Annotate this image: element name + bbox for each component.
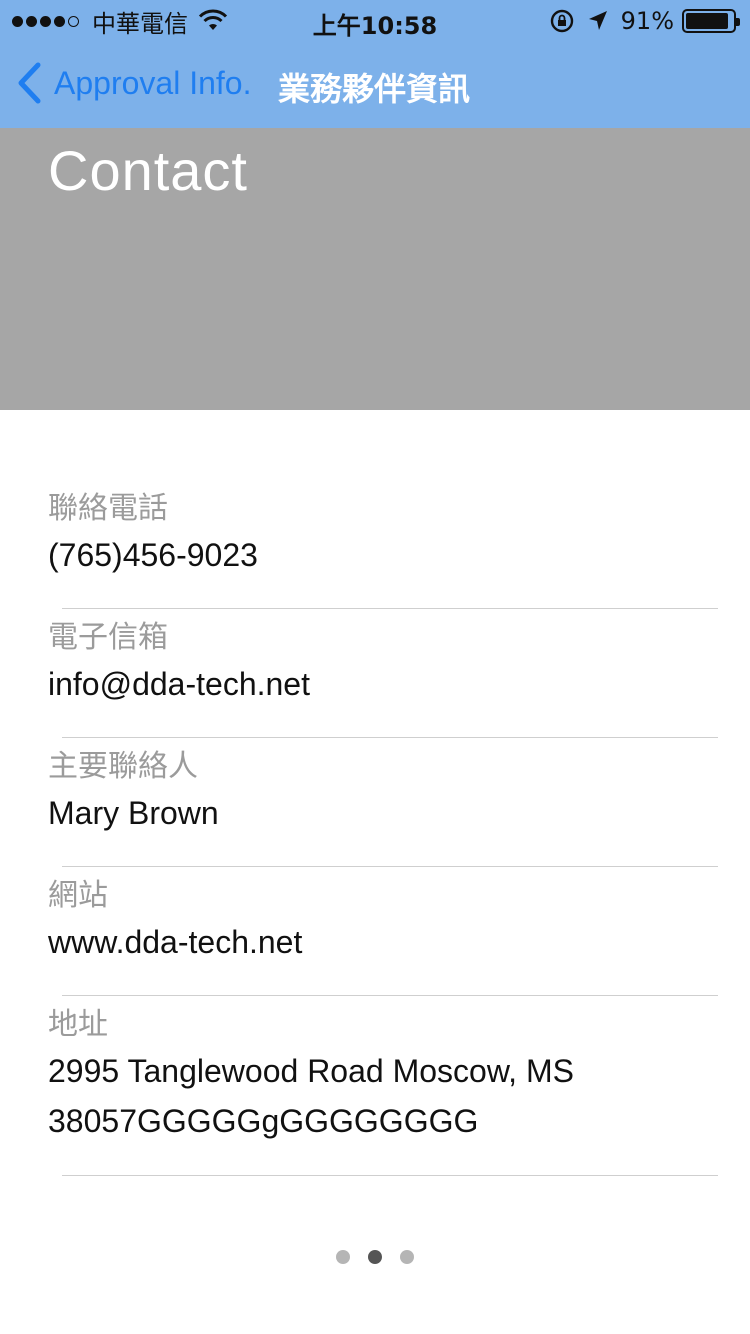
primary-contact-field: 主要聯絡人 Mary Brown [0, 738, 750, 867]
location-arrow-icon [588, 11, 607, 30]
status-bar: 中華電信 上午10:58 91% [0, 0, 750, 40]
primary-contact-value: Mary Brown [48, 795, 219, 831]
page-dot[interactable] [336, 1250, 350, 1264]
top-bar: 中華電信 上午10:58 91% Approval Info. 業務夥伴資訊 [0, 0, 750, 128]
address-value[interactable]: 2995 Tanglewood Road Moscow, MS 38057GGG… [48, 1046, 668, 1146]
chevron-left-icon [18, 62, 41, 104]
divider [62, 1175, 718, 1176]
contact-header: Contact [0, 128, 750, 410]
page-title: 業務夥伴資訊 [278, 70, 471, 108]
contact-fields: 聯絡電話 (765)456-9023 電子信箱 info@dda-tech.ne… [0, 480, 750, 1176]
primary-contact-label: 主要聯絡人 [48, 749, 198, 784]
phone-label: 聯絡電話 [48, 491, 168, 526]
email-label: 電子信箱 [48, 620, 168, 655]
navigation-bar: Approval Info. 業務夥伴資訊 [0, 40, 750, 128]
address-label: 地址 [48, 1007, 108, 1042]
page-control[interactable] [0, 1250, 750, 1264]
email-value[interactable]: info@dda-tech.net [48, 659, 750, 709]
battery-percent: 91% [620, 7, 674, 35]
page-dot[interactable] [400, 1250, 414, 1264]
back-button-label: Approval Info. [54, 64, 252, 101]
rotation-lock-icon [550, 9, 573, 33]
website-label: 網站 [48, 878, 108, 913]
back-button[interactable]: Approval Info. [16, 62, 251, 104]
battery-icon [682, 9, 740, 33]
phone-value[interactable]: (765)456-9023 [48, 530, 750, 580]
email-field: 電子信箱 info@dda-tech.net [0, 609, 750, 738]
website-field: 網站 www.dda-tech.net [0, 867, 750, 996]
section-title: Contact [48, 139, 248, 202]
address-field: 地址 2995 Tanglewood Road Moscow, MS 38057… [0, 996, 750, 1176]
website-value[interactable]: www.dda-tech.net [48, 917, 750, 967]
page-dot-active[interactable] [368, 1250, 382, 1264]
phone-field: 聯絡電話 (765)456-9023 [0, 480, 750, 609]
